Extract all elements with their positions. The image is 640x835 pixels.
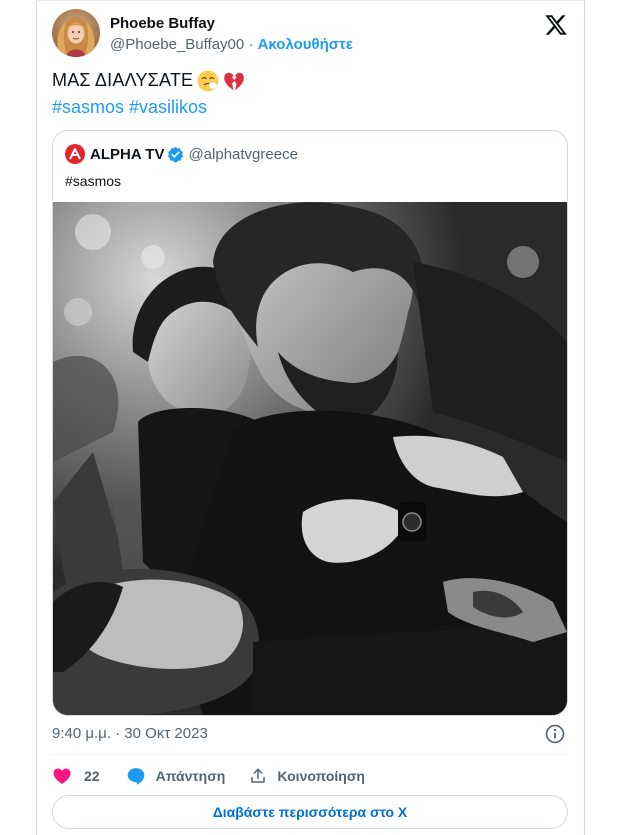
- like-count: 22: [84, 768, 100, 784]
- separator-dot: ·: [244, 36, 258, 53]
- verified-badge-icon: [168, 146, 184, 163]
- avatar-image: [52, 9, 100, 57]
- author-handle-row: @Phoebe_Buffay00 · Ακολουθήστε: [110, 35, 353, 55]
- quoted-tweet[interactable]: ALPHA TV @alphatvgreece #sasmos: [52, 130, 568, 716]
- tweet-text-body: ΜΑΣ ΔΙΑΛΥΣΑΤΕ: [52, 70, 194, 90]
- x-logo-icon[interactable]: [544, 13, 568, 37]
- info-icon[interactable]: [544, 723, 566, 745]
- sneezing-face-emoji-icon: [197, 70, 219, 91]
- quoted-tweet-header: ALPHA TV @alphatvgreece: [65, 143, 298, 165]
- reply-button[interactable]: Απάντηση: [126, 766, 226, 786]
- alpha-logo-glyph: [69, 148, 81, 160]
- tweet-card: Phoebe Buffay @Phoebe_Buffay00 · Ακολουθ…: [37, 1, 584, 835]
- author-handle[interactable]: @Phoebe_Buffay00: [110, 36, 244, 53]
- embed-frame-right-border: [584, 0, 585, 835]
- quoted-author-handle[interactable]: @alphatvgreece: [188, 146, 297, 163]
- author-info: Phoebe Buffay @Phoebe_Buffay00 · Ακολουθ…: [110, 15, 353, 55]
- author-display-name[interactable]: Phoebe Buffay: [110, 15, 353, 33]
- follow-link[interactable]: Ακολουθήστε: [258, 36, 353, 53]
- reply-label: Απάντηση: [155, 768, 226, 784]
- read-more-button[interactable]: Διαβάστε περισσότερα στο X: [52, 795, 568, 829]
- tweet-timestamp[interactable]: 9:40 μ.μ. · 30 Οκτ 2023: [52, 724, 208, 744]
- quoted-tweet-photo[interactable]: [53, 202, 567, 716]
- alpha-tv-logo-icon[interactable]: [65, 144, 85, 164]
- broken-heart-emoji-icon: [224, 72, 245, 90]
- heart-icon: [53, 768, 71, 784]
- tweet-actions: 22 Απάντηση Κοινοποίηση: [52, 763, 365, 789]
- share-label: Κοινοποίηση: [277, 768, 365, 784]
- actions-divider: [52, 754, 568, 755]
- share-upload-icon: [251, 768, 266, 783]
- quoted-author-name[interactable]: ALPHA TV: [90, 146, 164, 163]
- share-button[interactable]: Κοινοποίηση: [249, 767, 365, 785]
- tweet-header: Phoebe Buffay @Phoebe_Buffay00 · Ακολουθ…: [52, 9, 570, 61]
- like-button[interactable]: 22: [52, 766, 100, 786]
- reply-bubble-icon: [127, 768, 144, 785]
- tweet-text: ΜΑΣ ΔΙΑΛΥΣΑΤΕ #sasmos #vasilikos: [52, 67, 245, 121]
- quoted-tweet-text[interactable]: #sasmos: [65, 171, 121, 191]
- tweet-hashtags[interactable]: #sasmos #vasilikos: [52, 94, 245, 121]
- avatar[interactable]: [52, 9, 100, 57]
